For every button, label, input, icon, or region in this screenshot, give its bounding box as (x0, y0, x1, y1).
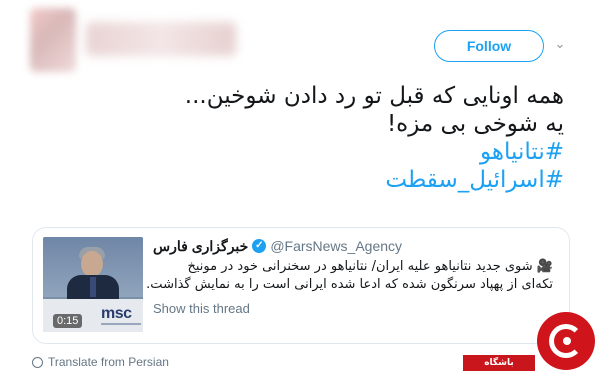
hashtag-link[interactable]: #اسرائیل_سقطت (44, 166, 564, 194)
translate-label: Translate from Persian (48, 355, 169, 369)
quoted-text-line: تکه‌ای از پهپاد سرنگون شده که ادعا شده ا… (146, 277, 553, 292)
hashtag-link[interactable]: #نتانیاهو (44, 138, 564, 166)
speaker-figure (90, 277, 96, 297)
author-name-blurred[interactable] (86, 22, 236, 56)
quoted-text-line: 🎥 شوی جدید نتانیاهو علیه ایران/ نتانیاهو… (187, 259, 553, 274)
chevron-down-icon[interactable]: ⌄ (553, 38, 567, 52)
follow-button[interactable]: Follow (434, 30, 544, 62)
quoted-author-handle[interactable]: @FarsNews_Agency (270, 238, 402, 254)
verified-badge-icon: ✓ (252, 239, 267, 253)
tweet-line: یه شوخی بی مزه! (386, 111, 564, 137)
quoted-tweet-text: 🎥 شوی جدید نتانیاهو علیه ایران/ نتانیاهو… (146, 258, 553, 294)
quoted-tweet-header: خبرگزاری فارس ✓ @FarsNews_Agency (153, 236, 553, 256)
msc-logo-underline (101, 323, 141, 325)
translate-link[interactable]: Translate from Persian (32, 355, 169, 369)
tweet-text: همه اونایی که قبل تو رد دادن شوخین... یه… (44, 82, 564, 194)
video-thumbnail[interactable]: msc 0:15 (43, 237, 143, 332)
quoted-tweet-card[interactable]: msc 0:15 خبرگزاری فارس ✓ @FarsNews_Agenc… (32, 227, 570, 344)
watermark-logo-icon (537, 312, 595, 370)
avatar[interactable] (30, 8, 76, 72)
msc-logo: msc (101, 305, 132, 322)
globe-icon (32, 356, 43, 368)
speaker-figure (81, 251, 103, 277)
quoted-author-name[interactable]: خبرگزاری فارس (153, 238, 248, 255)
watermark-label: باشگاه خبرنگاران (463, 355, 535, 384)
watermark-logo-dot (563, 337, 571, 345)
video-duration: 0:15 (53, 314, 83, 328)
show-thread-link[interactable]: Show this thread (153, 301, 250, 316)
tweet-line: همه اونایی که قبل تو رد دادن شوخین... (184, 83, 564, 109)
